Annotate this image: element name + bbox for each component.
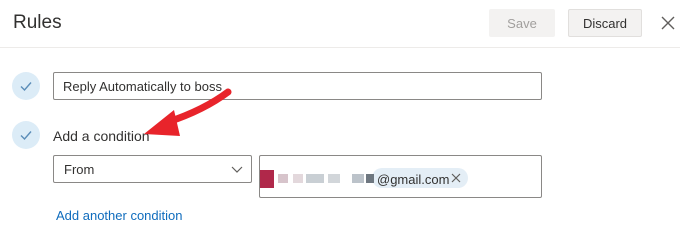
red-arrow-annotation <box>144 88 232 136</box>
redacted-text <box>328 174 340 183</box>
redacted-text <box>306 174 324 183</box>
recipient-email: @gmail.com <box>377 172 450 187</box>
add-condition-label: Add a condition <box>53 128 150 144</box>
discard-button[interactable]: Discard <box>568 9 642 37</box>
dropdown-selected-value: From <box>64 161 95 177</box>
checkmark-icon <box>12 121 40 149</box>
redacted-text <box>293 174 303 183</box>
redacted-text <box>352 174 364 183</box>
page-title: Rules <box>13 12 62 33</box>
remove-icon[interactable] <box>451 173 461 183</box>
chevron-down-icon <box>231 166 243 173</box>
recipient-input[interactable]: @gmail.com <box>259 155 542 198</box>
redacted-text <box>278 174 288 183</box>
redacted-avatar <box>260 170 274 188</box>
rules-header: Rules Save Discard <box>0 0 680 48</box>
close-icon[interactable] <box>659 14 677 32</box>
rule-name-input[interactable]: Reply Automatically to boss <box>53 72 542 100</box>
checkmark-icon <box>12 72 40 100</box>
add-another-condition-link[interactable]: Add another condition <box>56 208 182 223</box>
condition-field-dropdown[interactable]: From <box>53 155 252 183</box>
redacted-text <box>366 174 374 183</box>
save-button[interactable]: Save <box>489 9 555 37</box>
